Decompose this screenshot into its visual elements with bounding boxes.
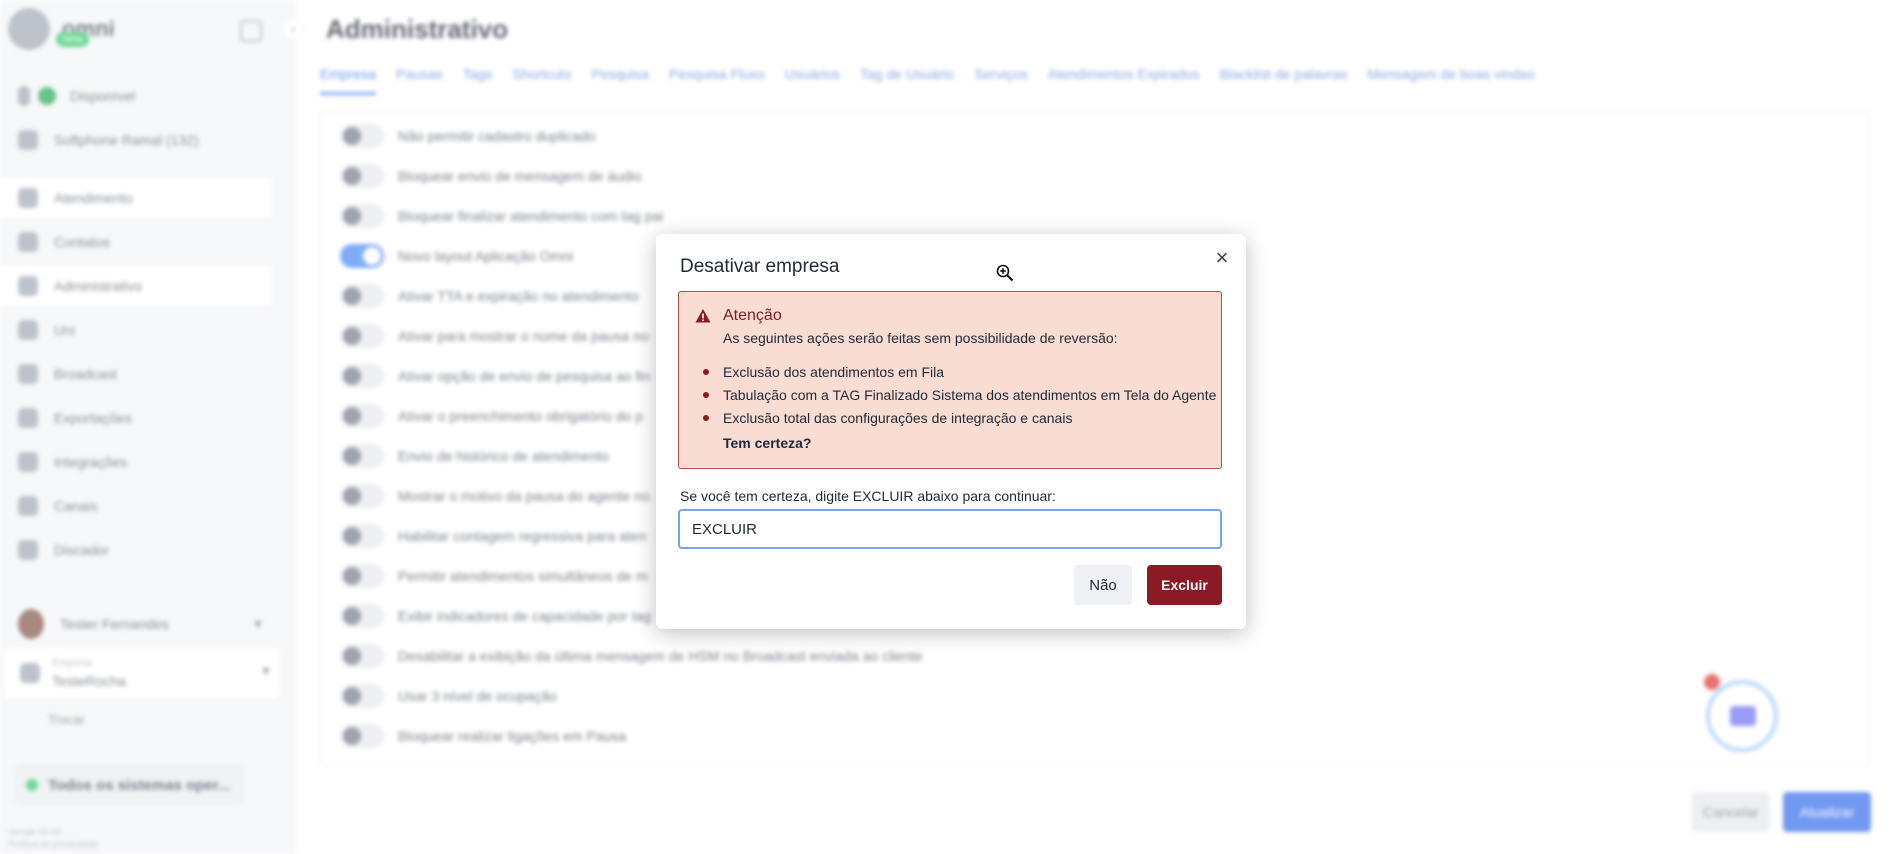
dialog-title: Desativar empresa [680, 256, 840, 277]
alert-heading: Atenção [723, 307, 782, 324]
bullet-icon [703, 414, 709, 421]
alert-confirm-question: Tem certeza? [723, 435, 812, 451]
warning-alert: Atenção As seguintes ações serão feitas … [678, 291, 1222, 469]
no-button[interactable]: Não [1074, 565, 1132, 605]
close-icon[interactable]: × [1210, 246, 1234, 270]
bullet-icon [703, 368, 709, 375]
confirmation-prompt: Se você tem certeza, digite EXCLUIR abai… [680, 488, 1056, 504]
alert-list-item: Exclusão dos atendimentos em Fila [703, 360, 1216, 383]
alert-item-text: Tabulação com a TAG Finalizado Sistema d… [723, 386, 1217, 403]
alert-list-item: Exclusão total das configurações de inte… [703, 406, 1216, 429]
zoom-in-cursor-icon [996, 264, 1014, 282]
warning-icon [695, 309, 711, 323]
deactivate-company-dialog: Desativar empresa × Atenção As seguintes… [656, 234, 1246, 629]
delete-button[interactable]: Excluir [1147, 565, 1222, 605]
alert-item-text: Exclusão dos atendimentos em Fila [723, 363, 944, 380]
alert-list: Exclusão dos atendimentos em Fila Tabula… [703, 360, 1216, 429]
alert-list-item: Tabulação com a TAG Finalizado Sistema d… [703, 383, 1216, 406]
alert-item-text: Exclusão total das configurações de inte… [723, 409, 1073, 426]
bullet-icon [703, 391, 709, 398]
confirmation-input[interactable] [678, 509, 1222, 549]
alert-description: As seguintes ações serão feitas sem poss… [723, 330, 1118, 346]
